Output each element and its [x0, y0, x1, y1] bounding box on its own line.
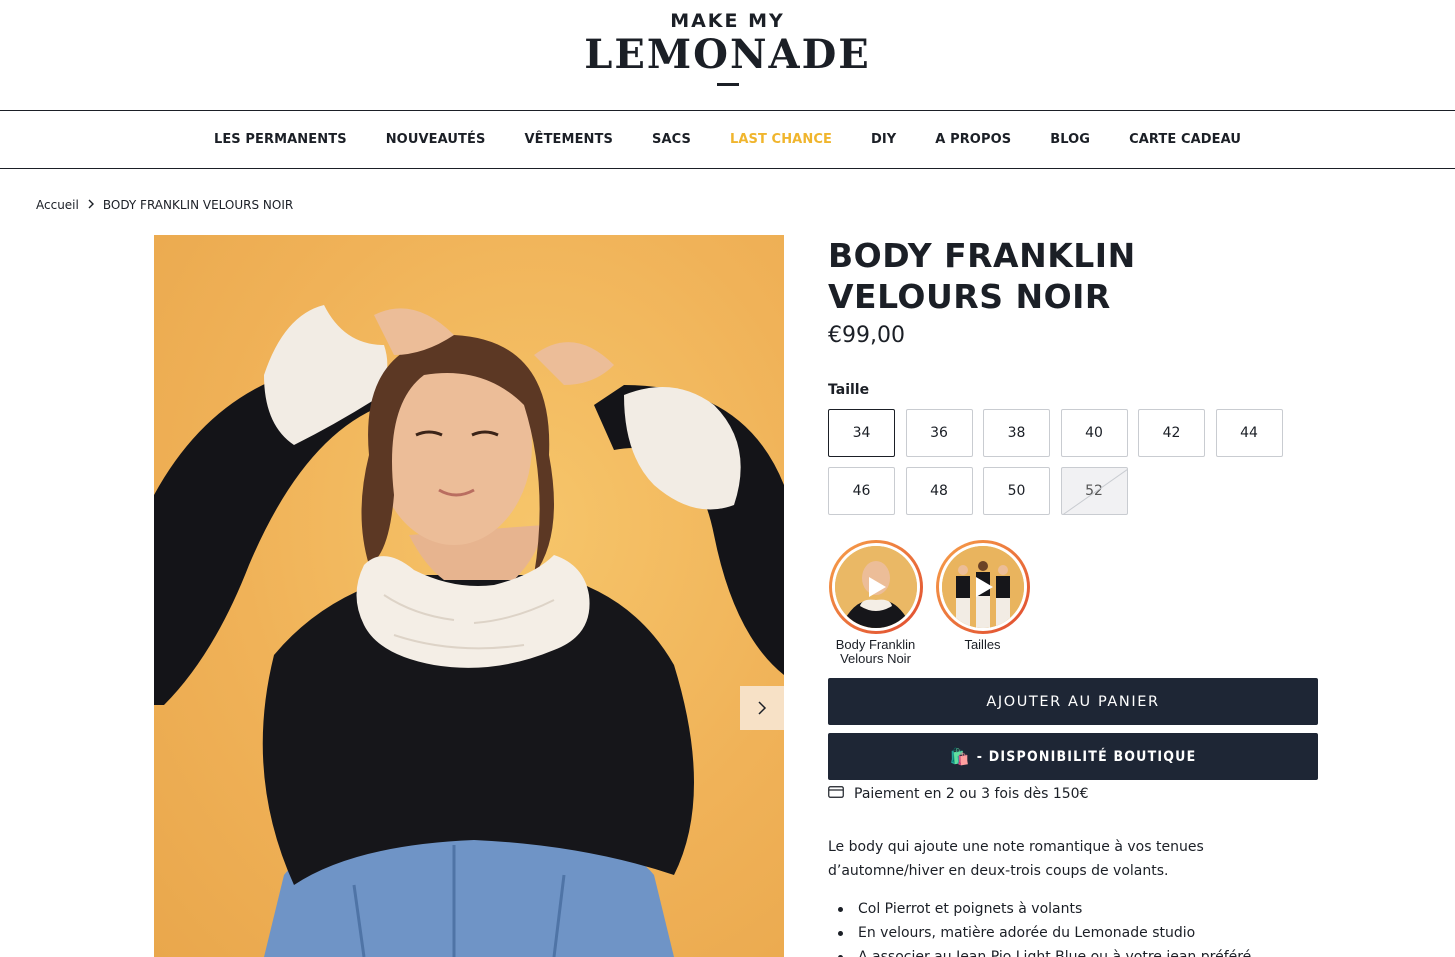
- payment-note: Paiement en 2 ou 3 fois dès 150€: [854, 786, 1089, 802]
- size-option[interactable]: 36: [905, 409, 973, 457]
- size-option[interactable]: 46: [828, 467, 895, 515]
- size-selector: 34 36 38 40 42 44 46 48 50 52: [828, 409, 1298, 515]
- brand-logo[interactable]: MAKE MY LEMONADE: [0, 10, 1455, 86]
- main-navigation: LES PERMANENTS NOUVEAUTÉS VÊTEMENTS SACS LAS…: [0, 110, 1455, 169]
- product-features: Col Pierrot et poignets à volants En velo…: [838, 897, 1318, 957]
- size-option[interactable]: 44: [1215, 409, 1283, 457]
- nav-item[interactable]: CARTE CADEAU: [1110, 132, 1261, 147]
- story-image: [938, 543, 1027, 631]
- credit-card-icon: [828, 786, 844, 802]
- size-option[interactable]: 52: [1060, 467, 1128, 515]
- nav-item[interactable]: BLOG: [1031, 132, 1110, 147]
- breadcrumb: Accueil BODY FRANKLIN VELOURS NOIR: [36, 198, 293, 212]
- feature-item: Col Pierrot et poignets à volants: [838, 897, 1318, 921]
- logo-main-text: LEMONADE: [584, 31, 871, 78]
- story-label: Tailles: [964, 637, 1001, 652]
- model-illustration: [154, 305, 784, 957]
- product-description: Le body qui ajoute une note romantique à…: [828, 839, 1204, 879]
- nav-item[interactable]: NOUVEAUTÉS: [366, 132, 505, 147]
- video-story[interactable]: Tailles: [935, 540, 1030, 666]
- nav-item[interactable]: LES PERMANENTS: [194, 132, 366, 147]
- breadcrumb-home-link[interactable]: Accueil: [36, 198, 79, 212]
- chevron-right-icon: [87, 198, 95, 212]
- size-option[interactable]: 42: [1138, 409, 1205, 457]
- play-icon: [835, 546, 917, 628]
- nav-item[interactable]: DIY: [851, 132, 915, 147]
- video-story[interactable]: Body Franklin Velours Noir: [828, 540, 923, 666]
- product-title: BODY FRANKLIN VELOURS NOIR: [828, 236, 1136, 316]
- feature-item: A associer au Jean Pio Light Blue ou à v…: [838, 945, 1318, 957]
- next-image-button[interactable]: [740, 686, 784, 730]
- story-thumbnail[interactable]: [935, 540, 1030, 634]
- product-photo: [154, 235, 784, 957]
- logo-top-text: MAKE MY: [670, 10, 785, 32]
- product-price: €99,00: [828, 323, 905, 348]
- feature-item: En velours, matière adorée du Lemonade s…: [838, 921, 1318, 945]
- nav-item[interactable]: SACS: [632, 132, 710, 147]
- size-option[interactable]: 50: [983, 467, 1050, 515]
- play-icon: [942, 546, 1024, 628]
- site-header: MAKE MY LEMONADE: [0, 0, 1455, 110]
- size-option[interactable]: 34: [828, 409, 895, 457]
- product-info: BODY FRANKLIN VELOURS NOIR €99,00: [828, 235, 1318, 348]
- store-availability-button[interactable]: 🛍️ - DISPONIBILITÉ BOUTIQUE: [828, 733, 1318, 780]
- shopping-bag-icon: 🛍️: [949, 747, 971, 766]
- payment-info: Paiement en 2 ou 3 fois dès 150€: [828, 786, 1089, 802]
- size-option[interactable]: 48: [905, 467, 973, 515]
- logo-underline: [716, 83, 739, 86]
- nav-item[interactable]: LAST CHANCE: [710, 132, 851, 147]
- story-image: [831, 543, 920, 631]
- nav-item[interactable]: VÊTEMENTS: [505, 132, 633, 147]
- nav-items: LES PERMANENTS NOUVEAUTÉS VÊTEMENTS SACS LAS…: [0, 111, 1455, 168]
- story-thumbnail[interactable]: [828, 540, 923, 634]
- product-image-gallery[interactable]: [154, 235, 784, 957]
- store-availability-label: - DISPONIBILITÉ BOUTIQUE: [976, 748, 1197, 765]
- add-to-cart-button[interactable]: AJOUTER AU PANIER: [828, 678, 1318, 725]
- size-option[interactable]: 40: [1060, 409, 1128, 457]
- video-stories: Body Franklin Velours Noir Tailles: [828, 540, 1030, 666]
- nav-item[interactable]: A PROPOS: [916, 132, 1031, 147]
- chevron-right-icon: [758, 701, 767, 715]
- breadcrumb-current: BODY FRANKLIN VELOURS NOIR: [102, 198, 294, 212]
- size-option[interactable]: 38: [983, 409, 1050, 457]
- story-label: Body Franklin Velours Noir: [835, 637, 916, 666]
- size-label: Taille: [828, 382, 870, 398]
